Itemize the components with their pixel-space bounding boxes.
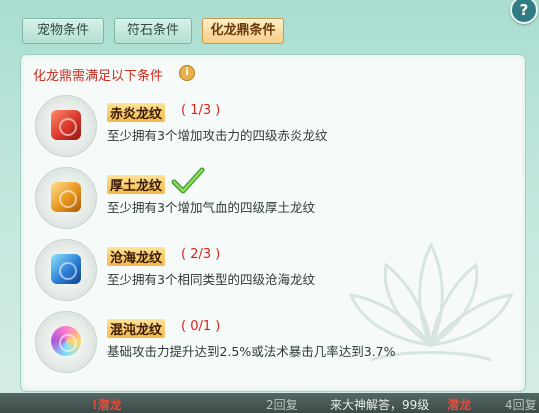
condition-desc: 至少拥有3个相同类型的四级沧海龙纹 <box>107 272 315 287</box>
red-dragon-gem-icon <box>51 110 81 140</box>
condition-name: 赤炎龙纹 <box>107 103 166 122</box>
condition-name: 沧海龙纹 <box>107 247 166 266</box>
conditions-box: 化龙鼎需满足以下条件 i 赤炎龙纹 ( 1/3 ) 至少拥有3个增加攻击力的四级… <box>20 54 526 392</box>
gem-slot <box>35 239 97 301</box>
conditions-header: 化龙鼎需满足以下条件 <box>33 69 164 84</box>
condition-name: 混沌龙纹 <box>107 319 166 338</box>
info-icon[interactable]: i <box>179 65 195 81</box>
condition-desc: 基础攻击力提升达到2.5%或法术暴击几率达到3.7% <box>107 344 396 359</box>
condition-blue: 沧海龙纹 ( 2/3 ) 至少拥有3个相同类型的四级沧海龙纹 <box>21 239 521 309</box>
condition-chaos: 混沌龙纹 ( 0/1 ) 基础攻击力提升达到2.5%或法术暴击几率达到3.7% <box>21 311 521 381</box>
ticker-text-highlight[interactable]: 潜龙 <box>447 396 471 413</box>
chaos-dragon-gem-icon <box>51 326 81 356</box>
condition-name: 厚土龙纹 <box>107 175 166 194</box>
tab-pet-conditions[interactable]: 宠物条件 <box>22 18 104 44</box>
ticker-text-left[interactable]: !潜龙 <box>92 396 121 413</box>
dragon-cauldron-panel: ? 宠物条件 符石条件 化龙鼎条件 化龙鼎需满足以下条件 i 赤炎龙纹 ( 1/… <box>0 0 539 413</box>
question-icon[interactable]: ? <box>510 0 538 24</box>
condition-red: 赤炎龙纹 ( 1/3 ) 至少拥有3个增加攻击力的四级赤炎龙纹 <box>21 95 521 165</box>
ticker-reply-count-right: 4回复 <box>505 398 537 412</box>
condition-desc: 至少拥有3个增加气血的四级厚土龙纹 <box>107 200 315 215</box>
gem-slot <box>35 311 97 373</box>
condition-yellow: 厚土龙纹 至少拥有3个增加气血的四级厚土龙纹 <box>21 167 521 237</box>
tab-cauldron-conditions[interactable]: 化龙鼎条件 <box>202 18 284 44</box>
condition-progress: ( 0/1 ) <box>181 319 221 334</box>
chat-ticker: !潜龙 2回复 来大神解答，99级 潜龙 4回复 <box>0 393 539 413</box>
ticker-reply-count: 2回复 <box>266 398 298 412</box>
gem-slot <box>35 167 97 229</box>
check-icon <box>171 167 205 194</box>
blue-dragon-gem-icon <box>51 254 81 284</box>
ticker-text-mid[interactable]: 来大神解答，99级 <box>330 396 429 413</box>
gem-slot <box>35 95 97 157</box>
condition-desc: 至少拥有3个增加攻击力的四级赤炎龙纹 <box>107 128 328 143</box>
condition-progress: ( 1/3 ) <box>181 103 221 118</box>
yellow-dragon-gem-icon <box>51 182 81 212</box>
tab-rune-conditions[interactable]: 符石条件 <box>114 18 192 44</box>
condition-progress: ( 2/3 ) <box>181 247 221 262</box>
